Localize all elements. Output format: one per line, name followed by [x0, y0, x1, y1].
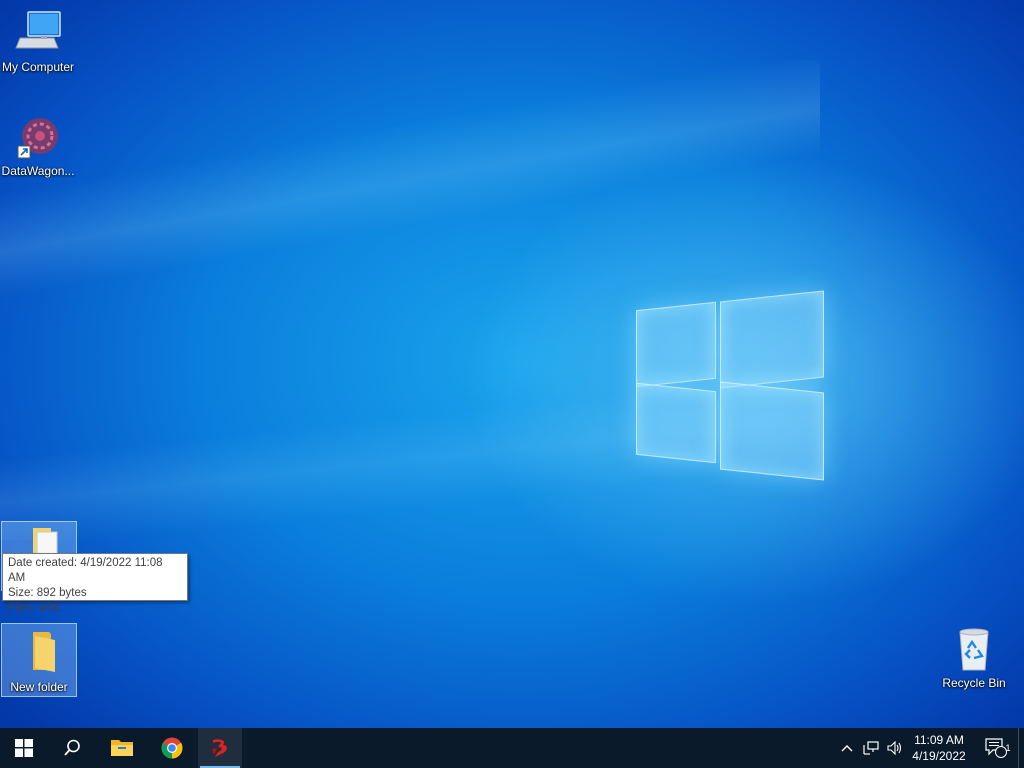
show-desktop-button[interactable] [1018, 728, 1024, 768]
desktop-icon-recycle-bin[interactable]: Recycle Bin [936, 624, 1012, 698]
tooltip-size: Size: 892 bytes [8, 587, 87, 599]
datawagon-app-icon [14, 112, 62, 160]
desktop-icon-my-computer[interactable]: My Computer [0, 8, 76, 82]
action-center-button[interactable]: 1 [976, 728, 1016, 768]
file-info-tooltip: Date created: 4/19/2022 11:08 AM Size: 8… [2, 553, 188, 614]
speaker-icon [887, 741, 902, 755]
network-icon [863, 741, 879, 755]
network-button[interactable] [860, 728, 882, 768]
taskbar-chrome[interactable] [148, 728, 196, 768]
show-hidden-icons-button[interactable] [836, 728, 858, 768]
windows-start-icon [15, 739, 33, 757]
windows-logo-wallpaper [636, 290, 824, 481]
chevron-up-icon [841, 745, 853, 752]
clock-date: 4/19/2022 [912, 749, 966, 763]
light-beam [0, 60, 820, 300]
chrome-icon [161, 737, 183, 759]
recycle-bin-icon [950, 624, 998, 672]
taskbar: 11:09 AM 4/19/2022 1 [0, 728, 1024, 768]
tooltip-files: Files: wha. [8, 602, 63, 614]
clock-time: 11:09 AM [914, 733, 964, 747]
desktop-icon-label: New folder [10, 680, 68, 694]
volume-button[interactable] [884, 728, 906, 768]
search-icon [64, 739, 80, 756]
desktop-icon-new-folder[interactable]: New folder [1, 623, 77, 697]
taskbar-file-explorer[interactable] [98, 728, 146, 768]
start-button[interactable] [0, 728, 48, 768]
taskbar-app-red[interactable] [198, 728, 242, 768]
desktop-icon-datawagon[interactable]: DataWagon... [0, 112, 76, 186]
computer-icon [14, 8, 62, 56]
tooltip-date-created: Date created: 4/19/2022 11:08 AM [8, 557, 163, 584]
desktop-icon-label: Recycle Bin [942, 676, 1006, 690]
app-red-icon [212, 739, 227, 757]
clock[interactable]: 11:09 AM 4/19/2022 [906, 732, 972, 764]
desktop-icon-label: My Computer [1, 60, 75, 74]
desktop-icon-label: DataWagon... [1, 164, 75, 178]
notification-count: 1 [1005, 743, 1011, 753]
search-button[interactable] [48, 728, 96, 768]
file-explorer-icon [111, 740, 133, 756]
folder-icon [15, 628, 63, 676]
